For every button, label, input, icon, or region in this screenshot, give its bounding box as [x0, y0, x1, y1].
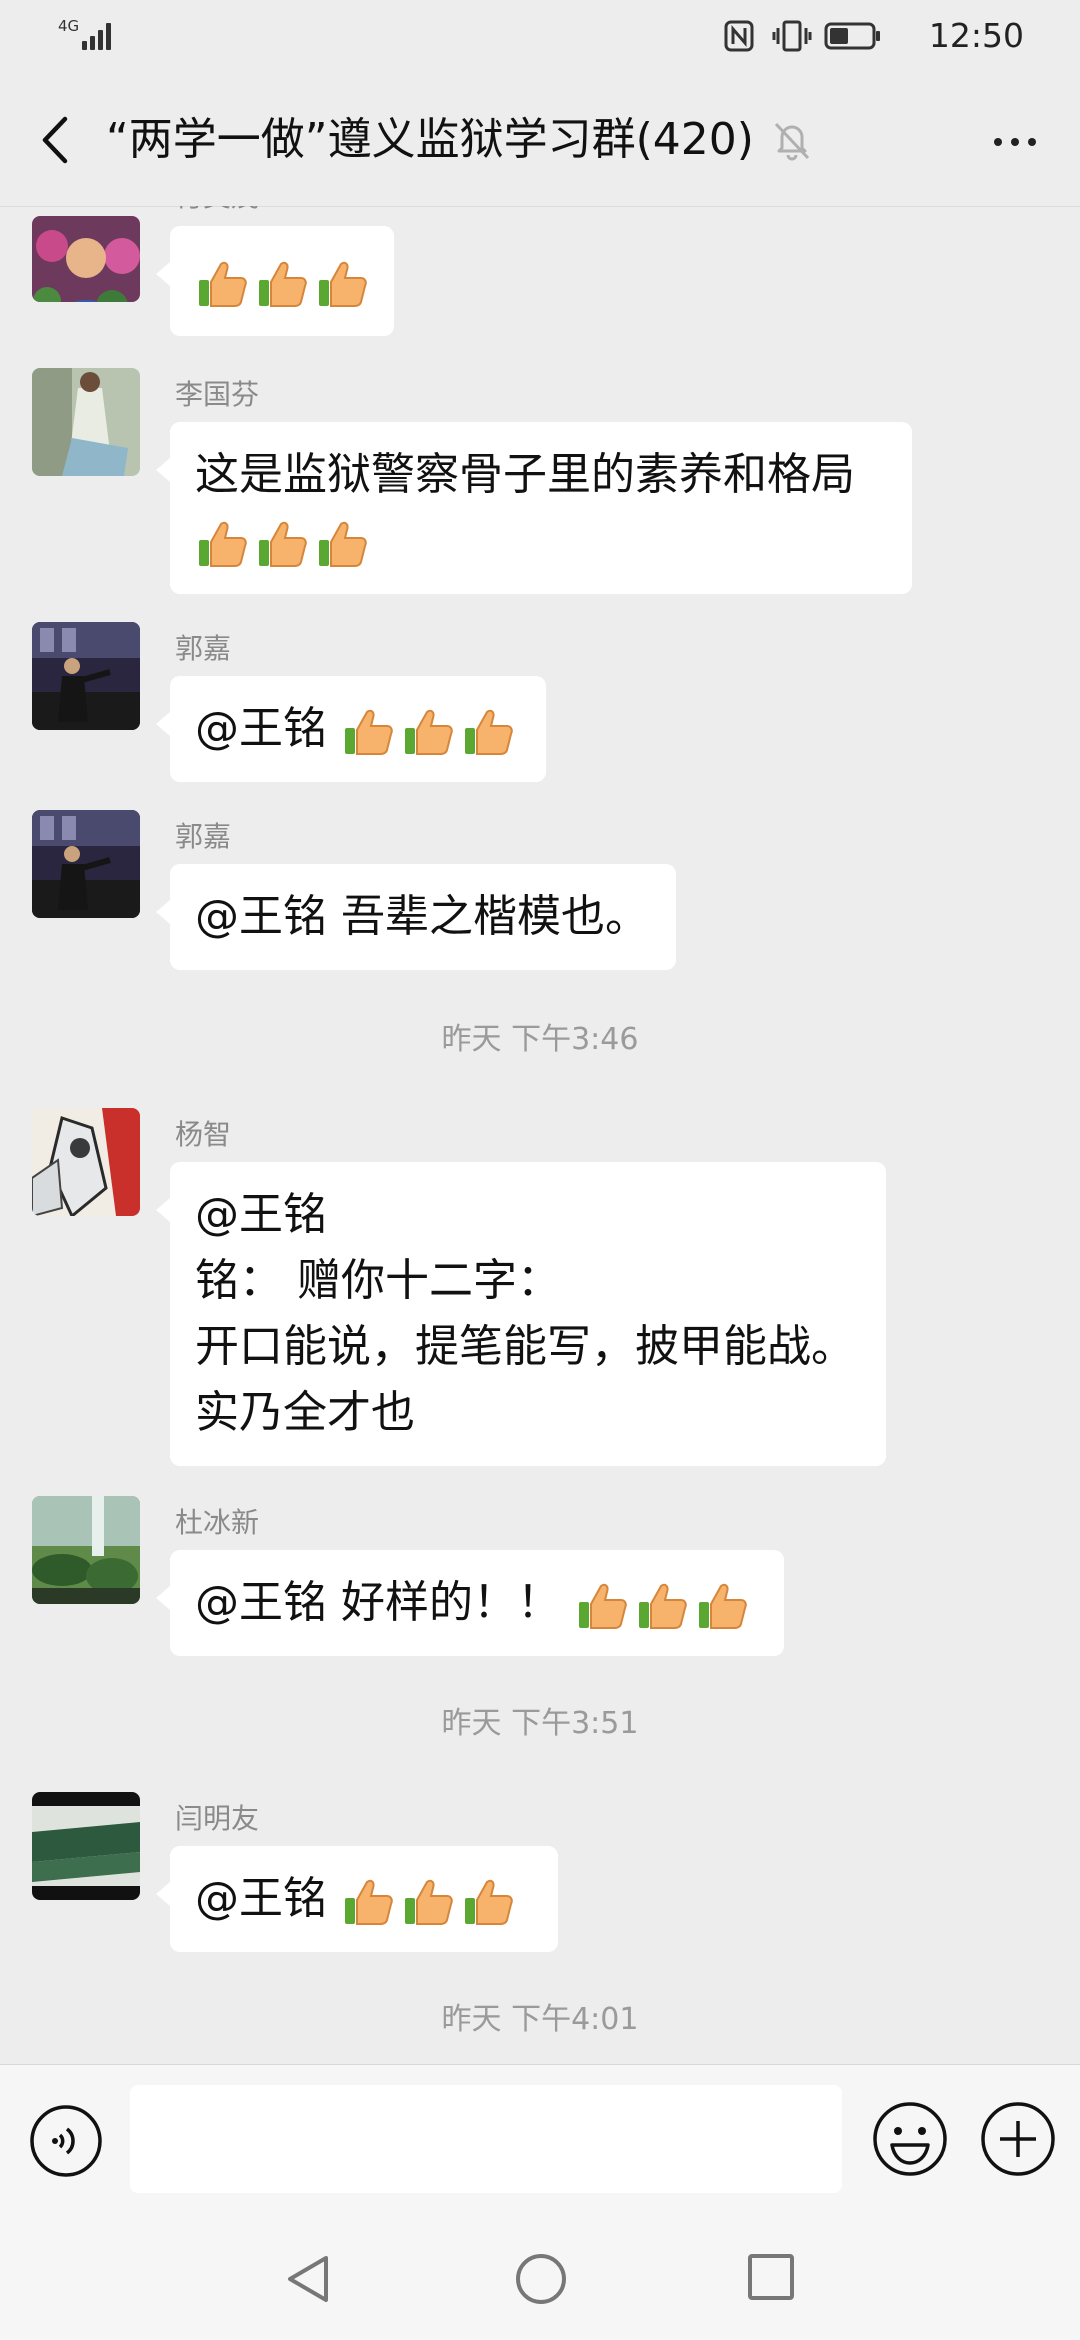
system-navigation-bar [0, 2216, 1080, 2340]
emoji-group [341, 1874, 515, 1928]
message-text-line: @王铭 [195, 1189, 327, 1240]
nav-home-icon[interactable] [514, 2252, 568, 2306]
message-item: 闫明友 @王铭 [0, 1792, 1080, 1972]
avatar[interactable] [32, 1108, 140, 1216]
thumbs-up-emoji-icon [199, 521, 247, 567]
nav-back-icon[interactable] [282, 2252, 334, 2306]
message-text: @王铭 [195, 703, 341, 754]
more-dots-icon [994, 138, 1002, 146]
status-bar: 4G 12:50 [0, 0, 1080, 74]
thumbs-up-emoji-icon [199, 261, 247, 307]
plus-icon[interactable] [978, 2099, 1058, 2179]
voice-icon[interactable] [28, 2103, 104, 2179]
message-text: @王铭 吾辈之楷模也。 [195, 891, 649, 942]
message-item: 郭嘉 @王铭 [0, 622, 1080, 802]
avatar[interactable] [32, 1792, 140, 1900]
message-input-bar [0, 2064, 1080, 2217]
back-button[interactable] [26, 110, 82, 170]
bell-off-icon [774, 122, 810, 161]
thumbs-up-emoji-icon [699, 1583, 747, 1629]
thumbs-up-emoji-icon [345, 1879, 393, 1925]
avatar[interactable] [32, 810, 140, 918]
message-text-line: 开口能说，提笔能写，披甲能战。 [195, 1321, 855, 1372]
emoji-icon[interactable] [870, 2099, 950, 2179]
timestamp: 昨天 下午4:01 [441, 2002, 639, 2037]
message-item: 郭嘉 @王铭 吾辈之楷模也。 [0, 810, 1080, 990]
message-bubble[interactable]: 这是监狱警察骨子里的素养和格局 [156, 422, 912, 594]
message-bubble[interactable]: @王铭 [156, 1846, 558, 1952]
sender-name: 郭嘉 [175, 820, 232, 853]
sender-name: 杨智 [175, 1118, 232, 1151]
status-right: 12:50 [724, 16, 1024, 56]
thumbs-up-emoji-icon [639, 1583, 687, 1629]
message-item: 杨智 @王铭 铭： 赠你十二字： 开口能说，提笔能写，披甲能战。 实乃全才也 [0, 1108, 1080, 1468]
emoji-group [575, 1578, 749, 1632]
message-item: 杜冰新 @王铭 好样的！！ [0, 1496, 1080, 1676]
timestamp: 昨天 下午3:51 [441, 1706, 639, 1741]
thumbs-up-emoji-icon [345, 709, 393, 755]
thumbs-up-emoji-icon [259, 521, 307, 567]
message-list[interactable]: 付美茂 李国芬 这是监 [0, 206, 1080, 2064]
message-bubble[interactable]: @王铭 [156, 676, 546, 782]
chat-header: “两学一做”遵义监狱学习群(420) [0, 74, 1080, 207]
timestamp: 昨天 下午3:46 [441, 1022, 639, 1057]
message-bubble[interactable]: @王铭 铭： 赠你十二字： 开口能说，提笔能写，披甲能战。 实乃全才也 [156, 1162, 886, 1466]
vibrate-icon [772, 20, 812, 52]
message-text: @王铭 好样的！！ [195, 1577, 561, 1628]
message-item: 李国芬 这是监狱警察骨子里的素养和格局 [0, 368, 1080, 608]
network-type-label: 4G [58, 17, 80, 35]
message-text: @王铭 [195, 1873, 341, 1924]
sender-name: 李国芬 [175, 378, 260, 411]
thumbs-up-emoji-icon [319, 521, 367, 567]
message-bubble[interactable] [156, 226, 394, 336]
thumbs-up-emoji-icon [579, 1583, 627, 1629]
message-input[interactable] [130, 2085, 842, 2193]
thumbs-up-emoji-icon [465, 1879, 513, 1925]
message-bubble[interactable]: @王铭 好样的！！ [156, 1550, 784, 1656]
message-text-line: 铭： 赠你十二字： [195, 1255, 561, 1306]
message-item: 付美茂 [0, 206, 1080, 356]
thumbs-up-emoji-icon [465, 709, 513, 755]
avatar[interactable] [32, 1496, 140, 1604]
battery-icon [824, 22, 880, 50]
thumbs-up-emoji-icon [319, 261, 367, 307]
avatar[interactable] [32, 622, 140, 730]
more-options-button[interactable] [980, 114, 1050, 170]
chat-title: “两学一做”遵义监狱学习群(420) [106, 114, 754, 165]
message-bubble[interactable]: @王铭 吾辈之楷模也。 [156, 864, 676, 970]
message-text: 这是监狱警察骨子里的素养和格局 [195, 449, 855, 500]
nfc-icon [724, 20, 754, 52]
chat-screen: 4G 12:50 “两学一做”遵义监狱学习群(420) 李国芬 这是监狱警察骨子… [0, 0, 1080, 2340]
back-chevron-icon [42, 116, 68, 164]
thumbs-up-emoji-icon [405, 709, 453, 755]
clock: 12:50 [928, 16, 1024, 55]
emoji-group [195, 256, 369, 310]
avatar[interactable] [32, 216, 140, 302]
sender-name: 闫明友 [175, 1802, 260, 1835]
nav-recents-icon[interactable] [746, 2252, 796, 2302]
sender-name: 杜冰新 [175, 1506, 260, 1539]
emoji-group [341, 704, 515, 758]
sender-name: 郭嘉 [175, 632, 232, 665]
thumbs-up-emoji-icon [259, 261, 307, 307]
avatar[interactable] [32, 368, 140, 476]
thumbs-up-emoji-icon [405, 1879, 453, 1925]
sender-name: 付美茂 [175, 206, 259, 214]
emoji-group [195, 516, 369, 570]
message-text-line: 实乃全才也 [195, 1387, 415, 1438]
